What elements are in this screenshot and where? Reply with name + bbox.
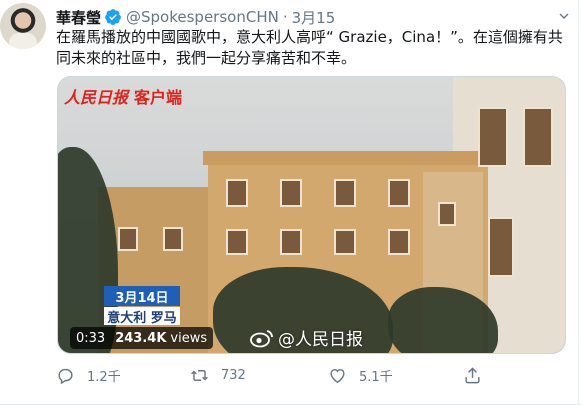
tweet-text: 在羅馬播放的中國國歌中，意大利人高呼“ Grazie，Cina！”。在這個擁有共… <box>56 28 563 67</box>
share-button[interactable] <box>463 366 494 385</box>
tweet-timestamp[interactable]: 3月15 <box>292 7 336 28</box>
video-stats-overlay: 0:33 243.4K views <box>70 327 214 349</box>
author-display-name[interactable]: 華春瑩 <box>56 7 101 28</box>
share-icon <box>465 367 480 384</box>
like-count: 5.1千 <box>359 370 393 385</box>
video-duration: 0:33 <box>76 330 106 346</box>
watermark: @人民日报 <box>250 325 363 350</box>
reply-count: 1.2千 <box>87 370 121 385</box>
retweet-button[interactable]: 732 <box>190 366 246 385</box>
broadcaster-logo: 人民日报 客户端 <box>64 88 183 107</box>
heart-icon <box>330 369 345 384</box>
location-badge: 意大利 罗马 <box>104 307 180 326</box>
view-count: 243.4K <box>115 330 167 346</box>
date-badge: 3月14日 <box>104 286 180 306</box>
retweet-count: 732 <box>221 368 246 383</box>
video-player[interactable]: 人民日报 客户端 3月14日 意大利 罗马 @人民日报 0:33 243.4K v… <box>57 76 566 354</box>
tweet-actions: 1.2千 732 5.1千 <box>56 366 536 390</box>
views-label: views <box>170 330 208 346</box>
chevron-down-icon[interactable] <box>556 8 572 24</box>
tweet[interactable]: 華春瑩 @SpokespersonCHN · 3月15 在羅馬播放的中國國歌中，… <box>0 0 583 405</box>
like-button[interactable]: 5.1千 <box>328 366 393 385</box>
weibo-icon <box>250 329 273 347</box>
author-handle[interactable]: @SpokespersonCHN <box>126 8 279 26</box>
reply-button[interactable]: 1.2千 <box>56 366 121 385</box>
verified-badge-icon <box>105 9 121 25</box>
reply-icon <box>58 368 73 385</box>
divider <box>578 0 579 405</box>
avatar[interactable] <box>0 3 46 49</box>
retweet-icon <box>191 370 208 381</box>
tweet-header: 華春瑩 @SpokespersonCHN · 3月15 <box>56 6 335 28</box>
separator-dot: · <box>282 8 288 26</box>
